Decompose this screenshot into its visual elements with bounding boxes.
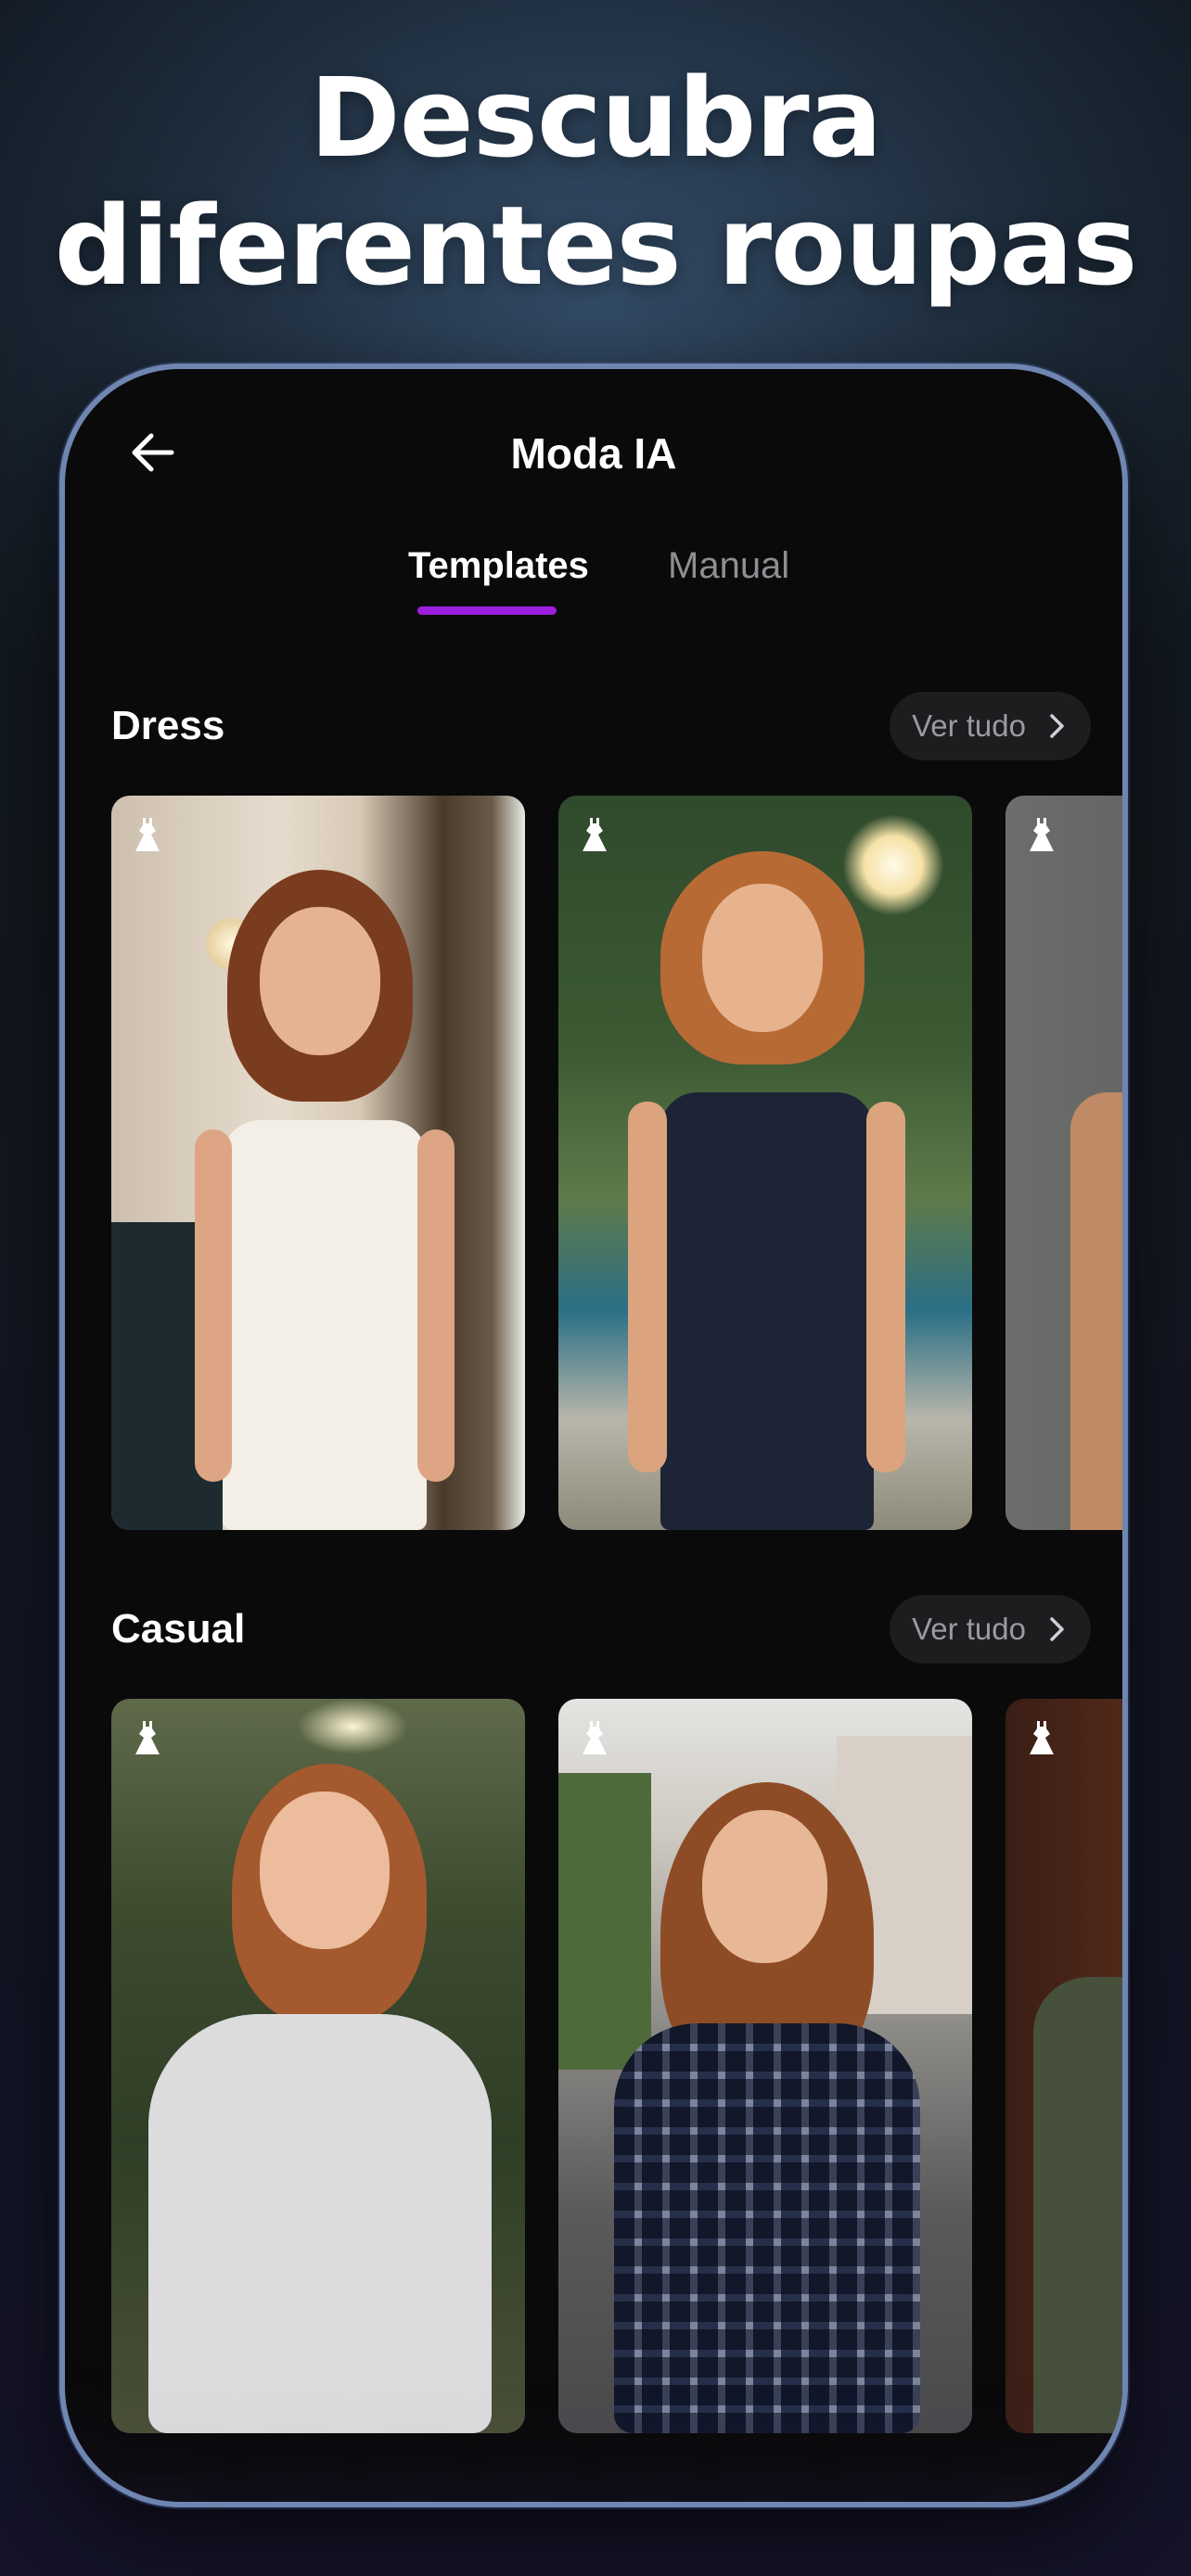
person (148, 1764, 501, 2433)
card-row-dress (111, 796, 1122, 1530)
dress-icon (135, 818, 160, 851)
hero-title-line1: Descubra (309, 54, 882, 182)
person (623, 851, 911, 1530)
card-jacket[interactable] (1005, 1699, 1122, 2433)
section-header-dress: Dress Ver tudo (65, 692, 1122, 766)
dress-icon (583, 1721, 607, 1754)
card-navy-dress[interactable] (558, 796, 972, 1530)
see-all-button[interactable]: Ver tudo (890, 1595, 1091, 1664)
chevron-right-icon (1050, 714, 1064, 738)
hero-title-line2: diferentes roupas (54, 182, 1138, 310)
see-all-button[interactable]: Ver tudo (890, 692, 1091, 760)
section-header-casual: Casual Ver tudo (65, 1595, 1122, 1669)
person (186, 870, 464, 1530)
tab-bar: Templates Manual (65, 545, 1122, 647)
dress-icon (1030, 1721, 1054, 1754)
card-gray-dress[interactable] (1005, 796, 1122, 1530)
chevron-right-icon (1050, 1617, 1064, 1641)
see-all-label: Ver tudo (912, 708, 1026, 743)
card-white-dress[interactable] (111, 796, 525, 1530)
card-hoodie[interactable] (111, 1699, 525, 2433)
screen-title: Moda IA (510, 429, 677, 478)
sun (297, 1699, 408, 1754)
section-title: Dress (111, 703, 225, 748)
section-title: Casual (111, 1606, 246, 1651)
person (605, 1782, 929, 2433)
see-all-label: Ver tudo (912, 1612, 1026, 1646)
card-row-casual (111, 1699, 1122, 2433)
hero-title: Descubra diferentes roupas (0, 54, 1191, 310)
top-bar: Moda IA (65, 369, 1122, 545)
dress-icon (583, 818, 607, 851)
tab-templates[interactable]: Templates (408, 545, 589, 587)
active-tab-indicator (417, 606, 557, 615)
phone-frame: Moda IA Templates Manual Dress Ver tudo (59, 363, 1128, 2507)
card-plaid-shirt[interactable] (558, 1699, 972, 2433)
dress-icon (1030, 818, 1054, 851)
dress-icon (135, 1721, 160, 1754)
tab-manual[interactable]: Manual (668, 545, 789, 587)
